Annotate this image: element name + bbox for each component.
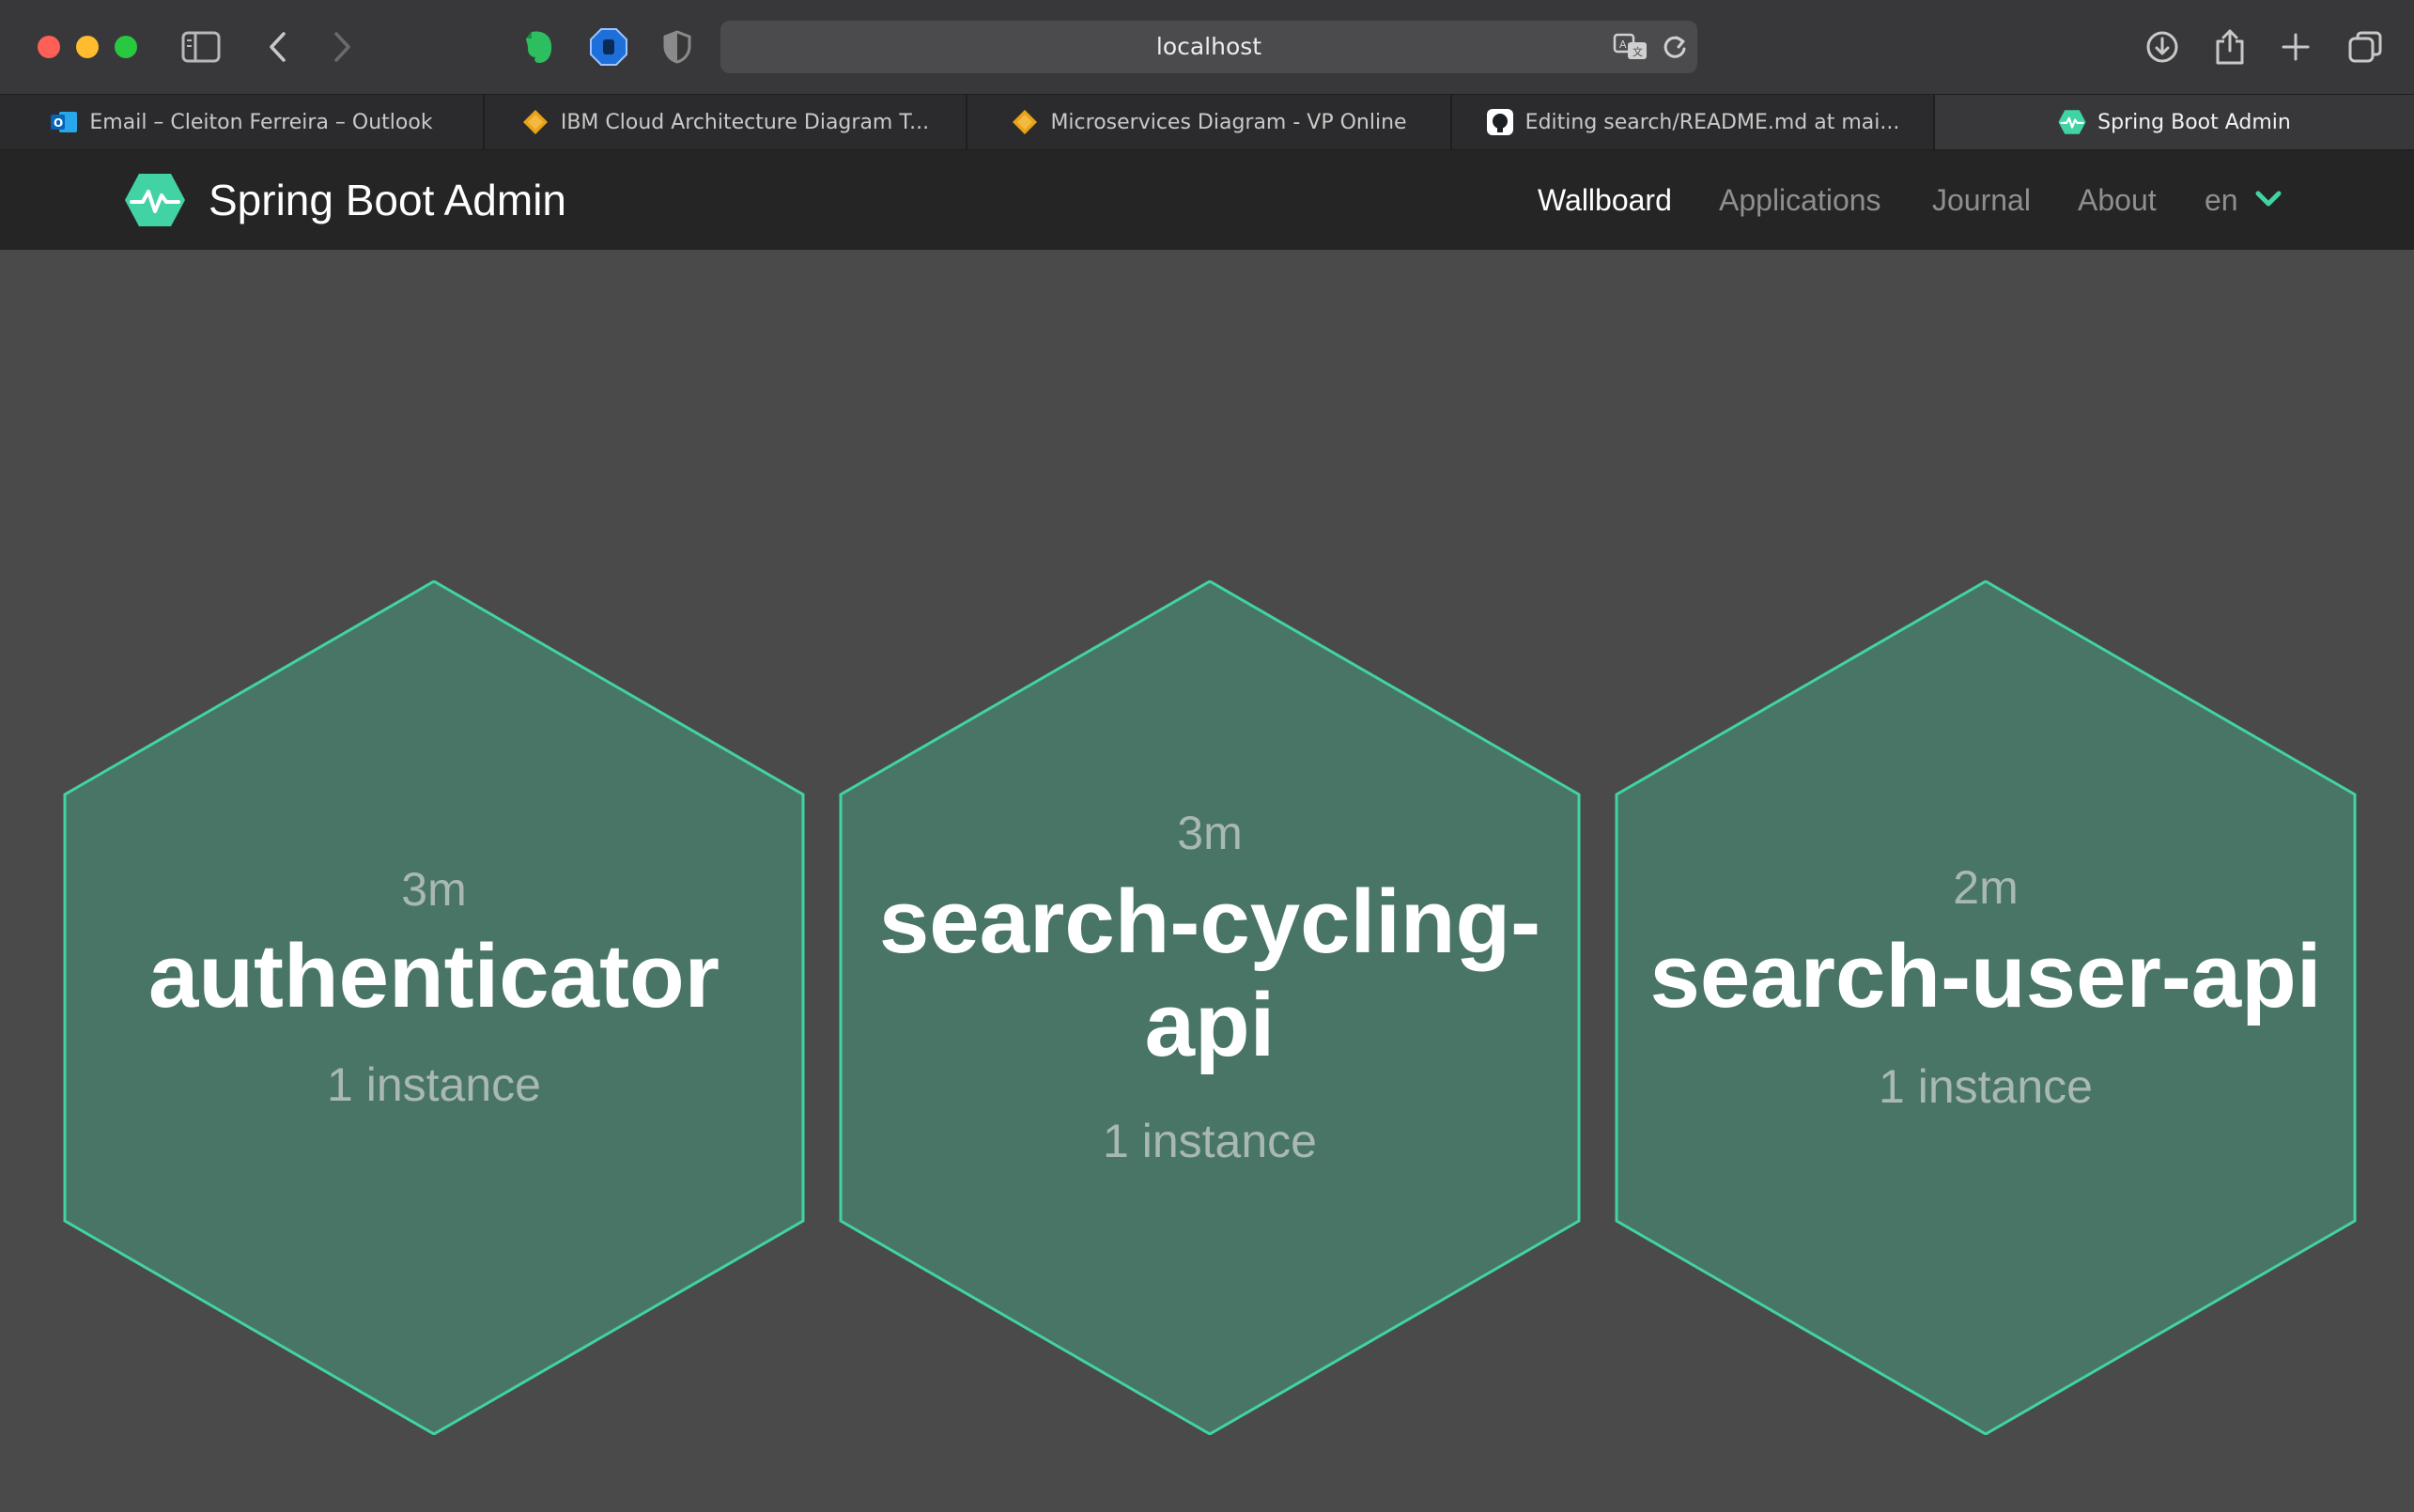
tab-overview-icon[interactable] <box>2343 24 2388 69</box>
tab-label: IBM Cloud Architecture Diagram T... <box>560 110 930 134</box>
app-uptime: 3m <box>1177 807 1243 859</box>
svg-text:文: 文 <box>1633 45 1643 58</box>
browser-tab-bar: O Email – Cleiton Ferreira – Outlook IBM… <box>0 94 2414 150</box>
spring-boot-admin-icon <box>2058 108 2086 136</box>
tab-spring-boot-admin[interactable]: Spring Boot Admin <box>1935 95 2414 149</box>
diamond-icon <box>521 108 549 136</box>
evernote-extension-icon[interactable] <box>517 24 562 69</box>
app-instance-count: 1 instance <box>327 1058 541 1111</box>
new-tab-icon[interactable] <box>2273 24 2318 69</box>
language-selector[interactable]: en <box>2205 150 2238 250</box>
brand-title[interactable]: Spring Boot Admin <box>209 150 566 250</box>
wallboard: 3m authenticator 1 instance 3m search-cy… <box>0 250 2414 1512</box>
nav-journal[interactable]: Journal <box>1932 150 2031 250</box>
close-window-button[interactable] <box>38 36 60 58</box>
app-uptime: 2m <box>1953 861 2019 914</box>
tab-github-readme[interactable]: Editing search/README.md at mai... <box>1452 95 1935 149</box>
tab-label: Editing search/README.md at mai... <box>1524 110 1900 134</box>
svg-text:A: A <box>1619 39 1627 51</box>
translate-icon[interactable]: A文 <box>1613 32 1650 62</box>
sidebar-toggle-icon[interactable] <box>178 24 224 69</box>
chevron-down-icon[interactable] <box>2254 188 2282 210</box>
outlook-icon: O <box>50 108 78 136</box>
nav-wallboard[interactable]: Wallboard <box>1538 150 1672 250</box>
nav-about[interactable]: About <box>2078 150 2157 250</box>
app-name-line-1: search-cycling- <box>878 872 1541 972</box>
nav-applications[interactable]: Applications <box>1719 150 1881 250</box>
tab-label: Email – Cleiton Ferreira – Outlook <box>89 110 433 134</box>
app-name: search-user-api <box>1649 926 2322 1026</box>
diamond-icon <box>1011 108 1039 136</box>
privacy-shield-icon[interactable] <box>655 24 700 69</box>
spring-boot-admin-logo-icon[interactable] <box>124 173 186 227</box>
tab-outlook[interactable]: O Email – Cleiton Ferreira – Outlook <box>0 95 485 149</box>
github-icon <box>1486 108 1514 136</box>
tab-microservices-diagram[interactable]: Microservices Diagram - VP Online <box>967 95 1452 149</box>
share-icon[interactable] <box>2207 24 2252 69</box>
browser-toolbar: localhost A文 <box>0 0 2414 94</box>
app-name-line-2: api <box>1144 975 1276 1075</box>
back-icon[interactable] <box>255 24 301 69</box>
adblock-extension-icon[interactable] <box>586 24 631 69</box>
url-text: localhost <box>1155 33 1262 60</box>
zoom-window-button[interactable] <box>115 36 137 58</box>
downloads-icon[interactable] <box>2140 24 2185 69</box>
tab-label: Microservices Diagram - VP Online <box>1050 110 1407 134</box>
app-navbar: Spring Boot Admin Wallboard Applications… <box>0 150 2414 250</box>
minimize-window-button[interactable] <box>76 36 99 58</box>
forward-icon[interactable] <box>319 24 364 69</box>
application-hex-authenticator[interactable]: 3m authenticator 1 instance <box>63 580 805 1435</box>
application-hex-search-user-api[interactable]: 2m search-user-api 1 instance <box>1615 580 2357 1435</box>
tab-ibm-cloud[interactable]: IBM Cloud Architecture Diagram T... <box>485 95 967 149</box>
reload-icon[interactable] <box>1660 32 1690 62</box>
address-bar[interactable]: localhost A文 <box>720 21 1697 73</box>
tab-label: Spring Boot Admin <box>2097 110 2291 134</box>
application-hex-search-cycling-api[interactable]: 3m search-cycling- api 1 instance <box>839 580 1581 1435</box>
svg-text:O: O <box>54 116 63 130</box>
app-instance-count: 1 instance <box>1103 1115 1317 1167</box>
app-uptime: 3m <box>401 863 467 916</box>
app-name: authenticator <box>147 926 720 1026</box>
app-instance-count: 1 instance <box>1879 1060 2093 1113</box>
